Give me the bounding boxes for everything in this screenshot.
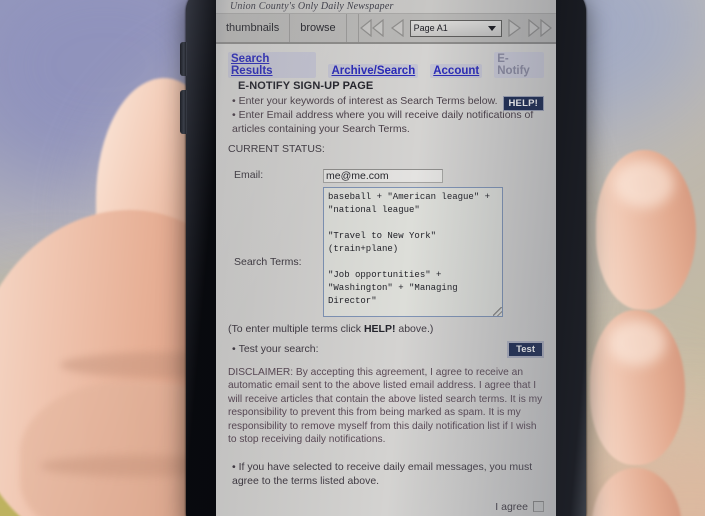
email-row: Email:: [228, 168, 544, 183]
browse-button[interactable]: browse: [290, 14, 347, 42]
multiple-terms-note: (To enter multiple terms click HELP! abo…: [228, 323, 544, 335]
toolbar-spacer: [347, 14, 359, 42]
tab-account[interactable]: Account: [430, 64, 483, 78]
checkbox-row-agree: I agree: [228, 501, 544, 513]
fingertip-highlight-2: [608, 320, 666, 366]
agree-note-text: If you have selected to receive daily em…: [232, 461, 532, 487]
agreement-checkboxes: I agree I am over 13 years of age: [228, 501, 544, 516]
masthead: Union County's Only Daily Newspaper: [216, 0, 556, 14]
instructions: Enter your keywords of interest as Searc…: [228, 95, 544, 137]
checkbox-agree[interactable]: [533, 501, 544, 513]
email-label: Email:: [234, 168, 264, 181]
test-button[interactable]: Test: [507, 340, 544, 358]
search-terms-label: Search Terms:: [234, 255, 302, 268]
current-status-label: CURRENT STATUS:: [228, 142, 325, 155]
test-search-text: Test your search:: [238, 343, 319, 356]
volume-up-button[interactable]: [180, 42, 187, 76]
double-chevron-right-icon[interactable]: [527, 19, 553, 37]
tab-enotify[interactable]: E-Notify: [494, 52, 544, 78]
reader-toolbar: thumbnails browse Page A1: [216, 14, 556, 44]
double-chevron-left-icon[interactable]: [359, 19, 385, 37]
phone-device: Union County's Only Daily Newspaper thum…: [180, 0, 586, 516]
photo-scene: Union County's Only Daily Newspaper thum…: [0, 0, 705, 516]
agree-note: If you have selected to receive daily em…: [228, 461, 544, 489]
multiple-terms-note-help: HELP!: [363, 322, 396, 335]
instruction-item-1: Enter your keywords of interest as Searc…: [232, 95, 544, 109]
instruction-item-2: Enter Email address where you will recei…: [232, 109, 544, 137]
tab-search-results[interactable]: Search Results: [228, 52, 317, 78]
multiple-terms-note-post: above.): [395, 322, 434, 335]
search-terms-row: Search Terms: baseball + "American leagu…: [228, 186, 544, 317]
page-navigation: Page A1: [359, 14, 556, 42]
help-button[interactable]: HELP!: [502, 96, 544, 111]
fingertip-highlight-1: [614, 160, 674, 208]
nav-tabs: Search Results Archive/Search Account E-…: [228, 52, 544, 78]
disclaimer-text: DISCLAIMER: By accepting this agreement,…: [228, 366, 543, 446]
test-search-label: • Test your search:: [232, 343, 319, 356]
tab-archive-search[interactable]: Archive/Search: [328, 64, 419, 78]
resize-grip-icon[interactable]: [493, 306, 502, 316]
search-terms-textarea[interactable]: baseball + "American league" + "national…: [323, 186, 503, 317]
email-input[interactable]: [323, 168, 443, 183]
checkbox-label-agree: I agree: [495, 500, 528, 513]
thumbnails-button[interactable]: thumbnails: [216, 14, 291, 42]
chevron-left-icon[interactable]: [390, 19, 405, 37]
phone-screen: Union County's Only Daily Newspaper thum…: [216, 0, 556, 516]
page-select-value: Page A1: [413, 23, 448, 33]
page-title: E-NOTIFY SIGN-UP PAGE: [238, 80, 374, 92]
page-select[interactable]: Page A1: [409, 19, 502, 37]
volume-down-button[interactable]: [180, 90, 187, 134]
test-search-row: • Test your search: Test: [228, 340, 544, 358]
chevron-right-icon[interactable]: [507, 19, 522, 37]
chevron-down-icon: [487, 25, 496, 31]
masthead-tagline: Union County's Only Daily Newspaper: [230, 1, 394, 12]
enotify-page: Search Results Archive/Search Account E-…: [216, 44, 556, 516]
multiple-terms-note-pre: (To enter multiple terms click: [228, 322, 364, 335]
